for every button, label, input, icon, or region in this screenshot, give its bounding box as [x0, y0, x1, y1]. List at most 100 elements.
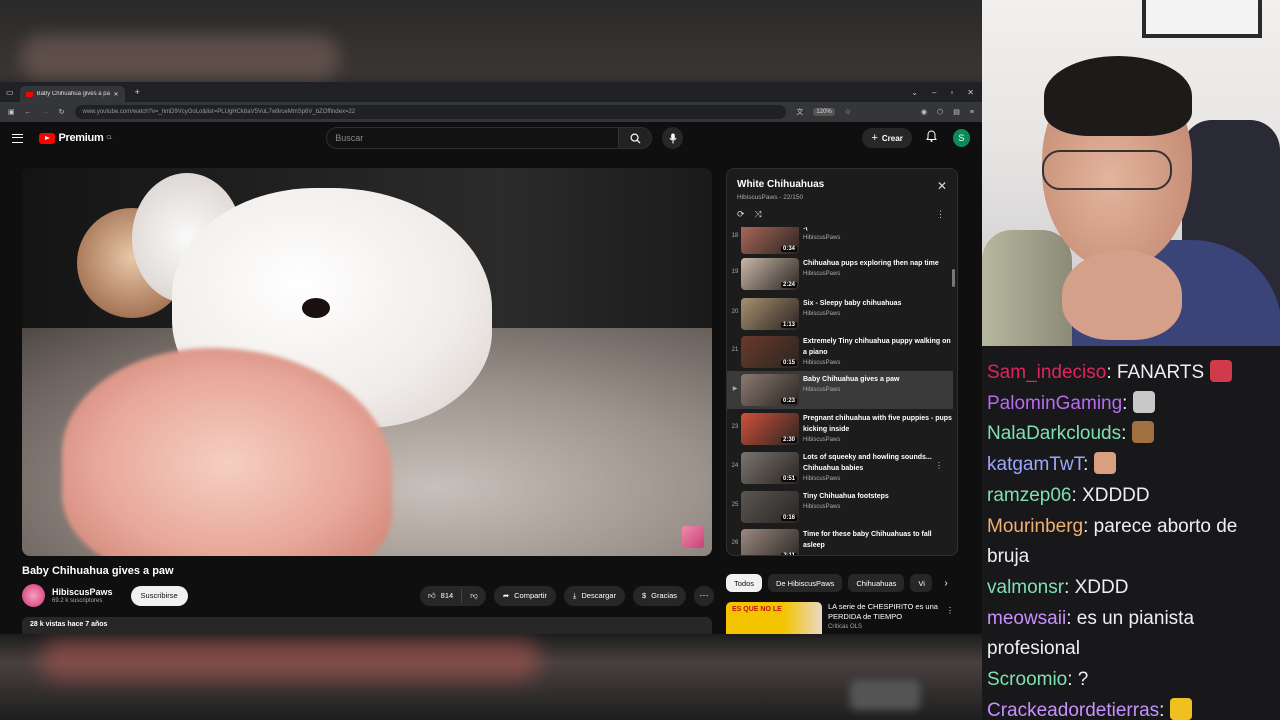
close-icon[interactable]: ✕	[937, 179, 947, 193]
chat-username[interactable]: valmonsr	[987, 577, 1064, 598]
chat-username[interactable]: NalaDarkclouds	[987, 423, 1121, 444]
search-input[interactable]: Buscar	[326, 127, 618, 149]
playlist-item-thumbnail[interactable]: 2:11	[741, 529, 799, 555]
backdrop-blur-corner	[850, 680, 920, 710]
close-window-icon[interactable]: ✕	[967, 88, 974, 97]
playlist-item-more-icon[interactable]: ⋮	[935, 461, 943, 470]
star-icon[interactable]: ☆	[845, 108, 851, 116]
playlist-item[interactable]: 19 2:24 Chihuahua pups exploring then nap …	[727, 255, 953, 293]
chip-3[interactable]: Chihuahuas	[848, 574, 905, 592]
chip-2[interactable]: De HibiscusPaws	[768, 574, 843, 592]
playlist-item-thumbnail[interactable]: 1:13	[741, 298, 799, 330]
chat-message: Sam_indeciso: FANARTS	[987, 358, 1276, 389]
playlist-item[interactable]: 23 2:30 Pregnant chihuahua with five puppi…	[727, 410, 953, 448]
playlist-item-thumbnail[interactable]: 0:34	[741, 227, 799, 254]
playlist-item[interactable]: 25 0:16 Tiny Chihuahua footsteps HibiscusPa…	[727, 488, 953, 526]
forward-icon[interactable]: →	[42, 109, 49, 116]
duration-badge: 0:15	[780, 360, 797, 366]
chevron-right-icon[interactable]: ›	[944, 578, 947, 589]
recommended-channel[interactable]: Críticas OLS	[828, 624, 958, 630]
chat-username[interactable]: PalominGaming	[987, 393, 1122, 414]
chat-emote-icon	[1170, 697, 1193, 720]
notifications-button[interactable]	[925, 129, 937, 147]
chevron-down-icon[interactable]: ⌄	[911, 88, 918, 97]
channel-watermark[interactable]	[682, 526, 704, 548]
playlist-header: White Chihuahuas HibiscusPaws - 22/150 ✕…	[727, 169, 957, 227]
recommended-more-icon[interactable]: ⋮	[946, 606, 954, 615]
dislike-button[interactable]: 👎︎	[462, 591, 486, 601]
thanks-button[interactable]: $ Gracias	[632, 585, 686, 606]
playlist-item-text: Time for these baby Chihuahuas to fall a…	[803, 526, 953, 553]
download-button[interactable]: ⤓ Descargar	[564, 585, 625, 606]
sidebar-toggle-icon[interactable]: ▣	[8, 108, 15, 116]
extensions-icon[interactable]: ⬡	[937, 108, 943, 116]
translate-icon[interactable]: 文	[796, 107, 803, 117]
youtube-logo[interactable]: Premium CL	[39, 132, 113, 144]
chip-4[interactable]: Vi	[910, 574, 933, 592]
recommended-title[interactable]: LA serie de CHESPIRITO es una PERDIDA de…	[828, 602, 958, 622]
playlist-item[interactable]: 26 2:11 Time for these baby Chihuahuas to …	[727, 526, 953, 555]
create-button[interactable]: + Crear	[862, 128, 912, 148]
chat-message: NalaDarkclouds:	[987, 419, 1276, 450]
chat-username[interactable]: Mourinberg	[987, 516, 1083, 537]
playlist-item-thumbnail[interactable]: 0:15	[741, 336, 799, 368]
channel-avatar[interactable]	[22, 584, 45, 607]
recommended-video[interactable]: ES QUE NO LE LA serie de CHESPIRITO es u…	[726, 602, 958, 634]
chip-1[interactable]: Todos	[726, 574, 763, 592]
chat-username[interactable]: meowsaii	[987, 608, 1066, 629]
chat-username[interactable]: Crackeadordetierras	[987, 700, 1159, 720]
playlist-item-thumbnail[interactable]: 2:24	[741, 258, 799, 290]
video-title: Baby Chihuahua gives a paw	[22, 565, 174, 577]
like-button[interactable]: 👍︎ 814	[420, 588, 463, 603]
chat-username[interactable]: Sam_indeciso	[987, 362, 1106, 383]
maximize-icon[interactable]: ▫	[950, 88, 953, 97]
more-actions-icon[interactable]: ⋯	[694, 585, 714, 606]
chat-colon: :	[1122, 392, 1128, 414]
playlist-item-thumbnail[interactable]: 2:30	[741, 413, 799, 445]
voice-search-button[interactable]	[662, 127, 684, 149]
chat-username[interactable]: katgamTwT	[987, 454, 1083, 475]
chat-username[interactable]: Scroomio	[987, 669, 1067, 690]
hamburger-menu-icon[interactable]	[12, 133, 24, 143]
search-button[interactable]	[617, 127, 653, 149]
video-player[interactable]	[22, 168, 712, 556]
loop-icon[interactable]: ⟳	[737, 209, 745, 220]
playlist-item[interactable]: ▶ 0:23 Baby Chihuahua gives a paw HibiscusP…	[727, 371, 953, 409]
playlist-more-icon[interactable]: ⋮	[936, 209, 945, 220]
search-placeholder: Buscar	[335, 133, 364, 143]
playlist-item[interactable]: 18 0:34:(HibiscusPaws	[727, 227, 953, 257]
chat-username[interactable]: ramzep06	[987, 485, 1072, 506]
share-button[interactable]: ➦ Compartir	[493, 585, 557, 606]
playlist-item[interactable]: 20 1:13 Six - Sleepy baby chihuahuas Hibisc…	[727, 295, 953, 333]
playlist-title[interactable]: White Chihuahuas	[737, 179, 947, 190]
back-icon[interactable]: ←	[25, 109, 32, 116]
menu-icon[interactable]: ≡	[970, 109, 974, 116]
tab-close-icon[interactable]: ✕	[114, 91, 119, 98]
minimize-icon[interactable]: –	[932, 88, 936, 97]
subscribe-button[interactable]: Suscribirse	[130, 585, 188, 606]
thumbs-down-icon: 👎︎	[470, 590, 478, 600]
playlist-item-text: Tiny Chihuahua footsteps HibiscusPaws	[803, 488, 953, 510]
playlist-scrollbar[interactable]	[952, 269, 955, 287]
window-menu-icon[interactable]: ▭	[6, 88, 14, 97]
description-box[interactable]: 28 k vistas hace 7 años	[22, 617, 712, 634]
profile-icon[interactable]: ▤	[953, 108, 960, 116]
playlist-item-text: Extremely Tiny chihuahua puppy walking o…	[803, 333, 953, 366]
url-field[interactable]: www.youtube.com/watch?v=_hmD9VcyGoLo&lis…	[74, 105, 787, 119]
playlist-item-thumbnail[interactable]: 0:51	[741, 452, 799, 484]
playlist-item-number: 18	[731, 233, 739, 239]
reload-icon[interactable]: ↻	[59, 108, 65, 116]
user-avatar[interactable]: S	[952, 129, 970, 147]
playlist-item[interactable]: 24 0:51 Lots of squeeky and howling sounds…	[727, 449, 953, 487]
duration-badge: 2:30	[780, 437, 797, 443]
playlist-item-thumbnail[interactable]: 0:16	[741, 491, 799, 523]
shuffle-icon[interactable]: ⤨	[755, 209, 762, 220]
account-icon[interactable]: ◉	[921, 108, 927, 116]
browser-tab[interactable]: Baby Chihuahua gives a pa ✕	[19, 86, 125, 102]
playlist-item-thumbnail[interactable]: 0:23	[741, 374, 799, 406]
zoom-badge[interactable]: 120%	[813, 108, 835, 116]
playlist-item[interactable]: 21 0:15 Extremely Tiny chihuahua puppy wal…	[727, 333, 953, 371]
new-tab-icon[interactable]: +	[135, 87, 140, 97]
channel-name[interactable]: HibiscusPaws	[52, 587, 113, 597]
recommended-thumbnail[interactable]: ES QUE NO LE	[726, 602, 822, 634]
